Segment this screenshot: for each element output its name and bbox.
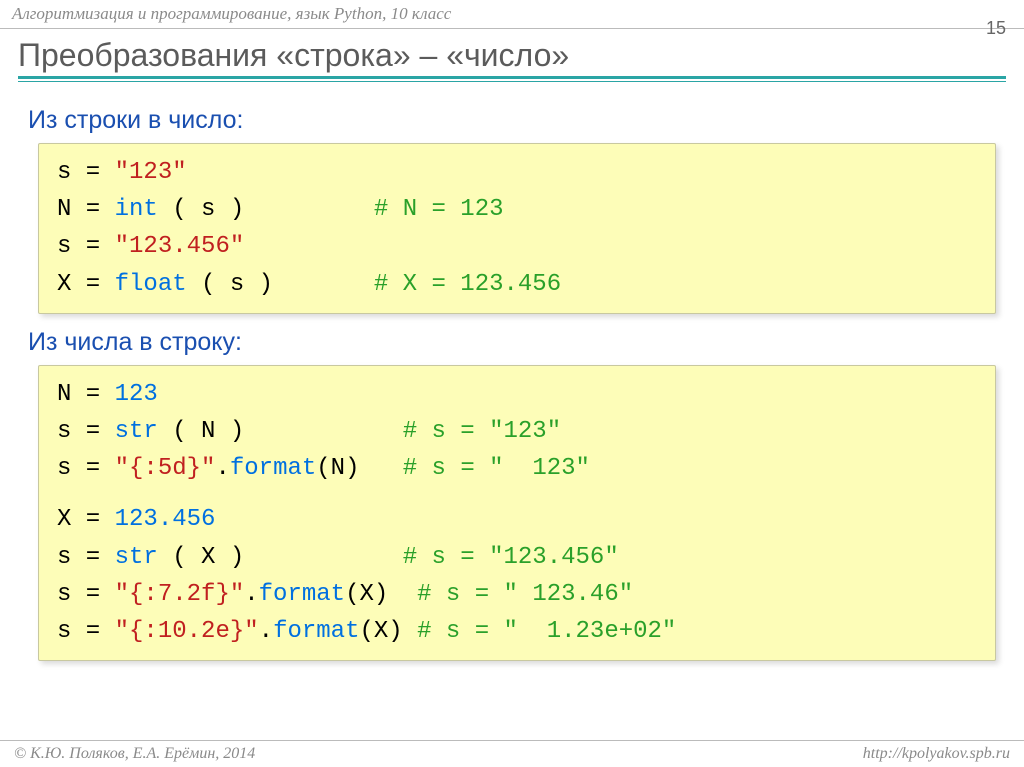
footer-bar: © К.Ю. Поляков, Е.А. Ерёмин, 2014 http:/…	[0, 740, 1024, 767]
code-token: s	[57, 618, 71, 645]
code-token: (X)	[345, 581, 417, 608]
footer-copyright: © К.Ю. Поляков, Е.А. Ерёмин, 2014	[14, 745, 255, 763]
code-token: s	[57, 159, 71, 186]
code-token-keyword: str	[115, 418, 158, 445]
code-token: =	[71, 418, 114, 445]
code-token: s	[57, 544, 71, 571]
code-token-keyword: format	[273, 618, 359, 645]
code-token-keyword: format	[230, 455, 316, 482]
page-number: 15	[986, 18, 1006, 39]
code-token-string: "{:7.2f}"	[115, 581, 245, 608]
title-underline	[18, 76, 1006, 82]
code-token-comment: # X = 123.456	[374, 271, 561, 298]
code-token-comment: # s = " 123"	[403, 455, 590, 482]
code-token-comment: # s = "123"	[403, 418, 561, 445]
code-token: X	[57, 506, 71, 533]
code-token-number: 123	[115, 381, 158, 408]
code-token-string: "{:10.2e}"	[115, 618, 259, 645]
code-block-1: s = "123" N = int ( s ) # N = 123 s = "1…	[38, 143, 996, 314]
code-token-number: 123.456	[115, 506, 216, 533]
code-token: ( N )	[158, 418, 403, 445]
code-token: ( s )	[158, 196, 374, 223]
code-token: =	[71, 544, 114, 571]
code-token: N	[57, 196, 71, 223]
code-token-comment: # s = "123.456"	[403, 544, 619, 571]
code-block-2: N = 123 s = str ( N ) # s = "123" s = "{…	[38, 365, 996, 661]
code-token-keyword: str	[115, 544, 158, 571]
code-token-comment: # N = 123	[374, 196, 504, 223]
code-token-comment: # s = " 123.46"	[417, 581, 633, 608]
code-token-keyword: int	[115, 196, 158, 223]
code-token-keyword: format	[259, 581, 345, 608]
code-token-string: "123"	[115, 159, 187, 186]
code-token: .	[259, 618, 273, 645]
code-token: ( s )	[187, 271, 374, 298]
code-token: ( X )	[158, 544, 403, 571]
code-token: =	[71, 581, 114, 608]
code-token: .	[244, 581, 258, 608]
course-header: Алгоритмизация и программирование, язык …	[0, 0, 1024, 29]
code-token-string: "{:5d}"	[115, 455, 216, 482]
code-token: N	[57, 381, 71, 408]
section-heading-2: Из числа в строку:	[28, 328, 996, 357]
code-token: =	[71, 618, 114, 645]
footer-url: http://kpolyakov.spb.ru	[863, 745, 1010, 763]
code-token: =	[71, 506, 114, 533]
code-token: =	[71, 196, 114, 223]
page-title: Преобразования «строка» – «число»	[18, 37, 1006, 74]
code-token: (X)	[359, 618, 417, 645]
code-token: .	[215, 455, 229, 482]
code-token: =	[71, 381, 114, 408]
code-token-comment: # s = " 1.23e+02"	[417, 618, 676, 645]
code-token: =	[71, 233, 114, 260]
code-token-keyword: float	[115, 271, 187, 298]
code-token: =	[71, 271, 114, 298]
code-token: (N)	[316, 455, 402, 482]
code-token: s	[57, 233, 71, 260]
section-heading-1: Из строки в число:	[28, 106, 996, 135]
code-token: =	[71, 159, 114, 186]
code-token: s	[57, 418, 71, 445]
code-token: s	[57, 455, 71, 482]
code-token: X	[57, 271, 71, 298]
code-token: =	[71, 455, 114, 482]
code-token-string: "123.456"	[115, 233, 245, 260]
code-token: s	[57, 581, 71, 608]
